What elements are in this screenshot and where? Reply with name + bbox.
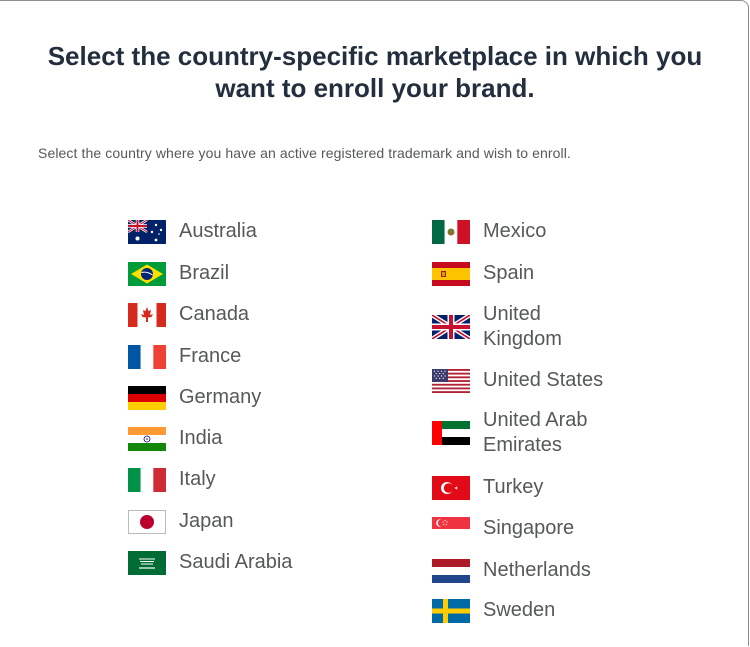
country-label: India bbox=[179, 427, 223, 449]
country-option-italy[interactable]: Italy bbox=[128, 467, 216, 492]
japan-flag-icon bbox=[128, 509, 166, 534]
country-label: Saudi Arabia bbox=[179, 551, 293, 573]
mexico-flag-icon bbox=[432, 219, 470, 244]
country-option-saudi-arabia[interactable]: Saudi Arabia bbox=[128, 550, 292, 575]
country-option-spain[interactable]: Spain bbox=[432, 261, 534, 286]
page-subtitle: Select the country where you have an act… bbox=[38, 145, 571, 161]
country-label: Spain bbox=[483, 262, 535, 284]
country-label: Canada bbox=[179, 303, 250, 325]
italy-flag-icon bbox=[128, 467, 166, 492]
country-label: United Kingdom bbox=[483, 303, 562, 350]
country-label: Germany bbox=[179, 386, 262, 408]
france-flag-icon bbox=[128, 344, 166, 369]
country-option-japan[interactable]: Japan bbox=[128, 509, 234, 534]
germany-flag-icon bbox=[128, 385, 166, 410]
australia-flag-icon bbox=[128, 219, 166, 244]
country-option-turkey[interactable]: Turkey bbox=[432, 475, 543, 500]
country-option-brazil[interactable]: Brazil bbox=[128, 261, 229, 286]
country-label: Brazil bbox=[179, 262, 230, 284]
country-label: Italy bbox=[179, 468, 216, 490]
country-label: France bbox=[179, 345, 242, 367]
india-flag-icon bbox=[128, 426, 166, 451]
turkey-flag-icon bbox=[432, 475, 470, 500]
country-option-united-states[interactable]: United States bbox=[432, 368, 603, 393]
united-states-flag-icon bbox=[432, 368, 470, 393]
country-option-united-kingdom[interactable]: United Kingdom bbox=[432, 302, 593, 352]
country-label: Turkey bbox=[483, 476, 544, 498]
country-label: Sweden bbox=[483, 599, 556, 621]
country-label: Mexico bbox=[483, 220, 547, 242]
canada-flag-icon bbox=[128, 302, 166, 327]
page-title: Select the country-specific marketplace … bbox=[0, 40, 750, 104]
country-option-france[interactable]: France bbox=[128, 344, 241, 369]
country-option-netherlands[interactable]: Netherlands bbox=[432, 558, 591, 583]
country-option-germany[interactable]: Germany bbox=[128, 385, 261, 410]
page-title-text: Select the country-specific marketplace … bbox=[47, 41, 703, 103]
country-label: Netherlands bbox=[483, 559, 591, 581]
uae-flag-icon bbox=[432, 421, 470, 445]
spain-flag-icon bbox=[432, 261, 470, 286]
country-option-singapore[interactable]: Singapore bbox=[432, 516, 574, 541]
country-option-australia[interactable]: Australia bbox=[128, 219, 257, 244]
country-label: United Arab Emirates bbox=[483, 409, 588, 456]
country-option-sweden[interactable]: Sweden bbox=[432, 598, 555, 623]
netherlands-flag-icon bbox=[432, 558, 470, 583]
country-label: United States bbox=[483, 369, 604, 391]
saudi-arabia-flag-icon bbox=[128, 550, 166, 575]
brazil-flag-icon bbox=[128, 261, 166, 286]
country-label: Australia bbox=[179, 220, 257, 242]
country-option-india[interactable]: India bbox=[128, 426, 222, 451]
country-label: Singapore bbox=[483, 517, 575, 539]
country-option-canada[interactable]: Canada bbox=[128, 302, 249, 327]
sweden-flag-icon bbox=[432, 598, 470, 623]
country-label: Japan bbox=[179, 510, 234, 532]
singapore-flag-icon bbox=[432, 516, 470, 541]
united-kingdom-flag-icon bbox=[432, 315, 470, 339]
country-option-uae[interactable]: United Arab Emirates bbox=[432, 408, 613, 458]
country-option-mexico[interactable]: Mexico bbox=[432, 219, 546, 244]
